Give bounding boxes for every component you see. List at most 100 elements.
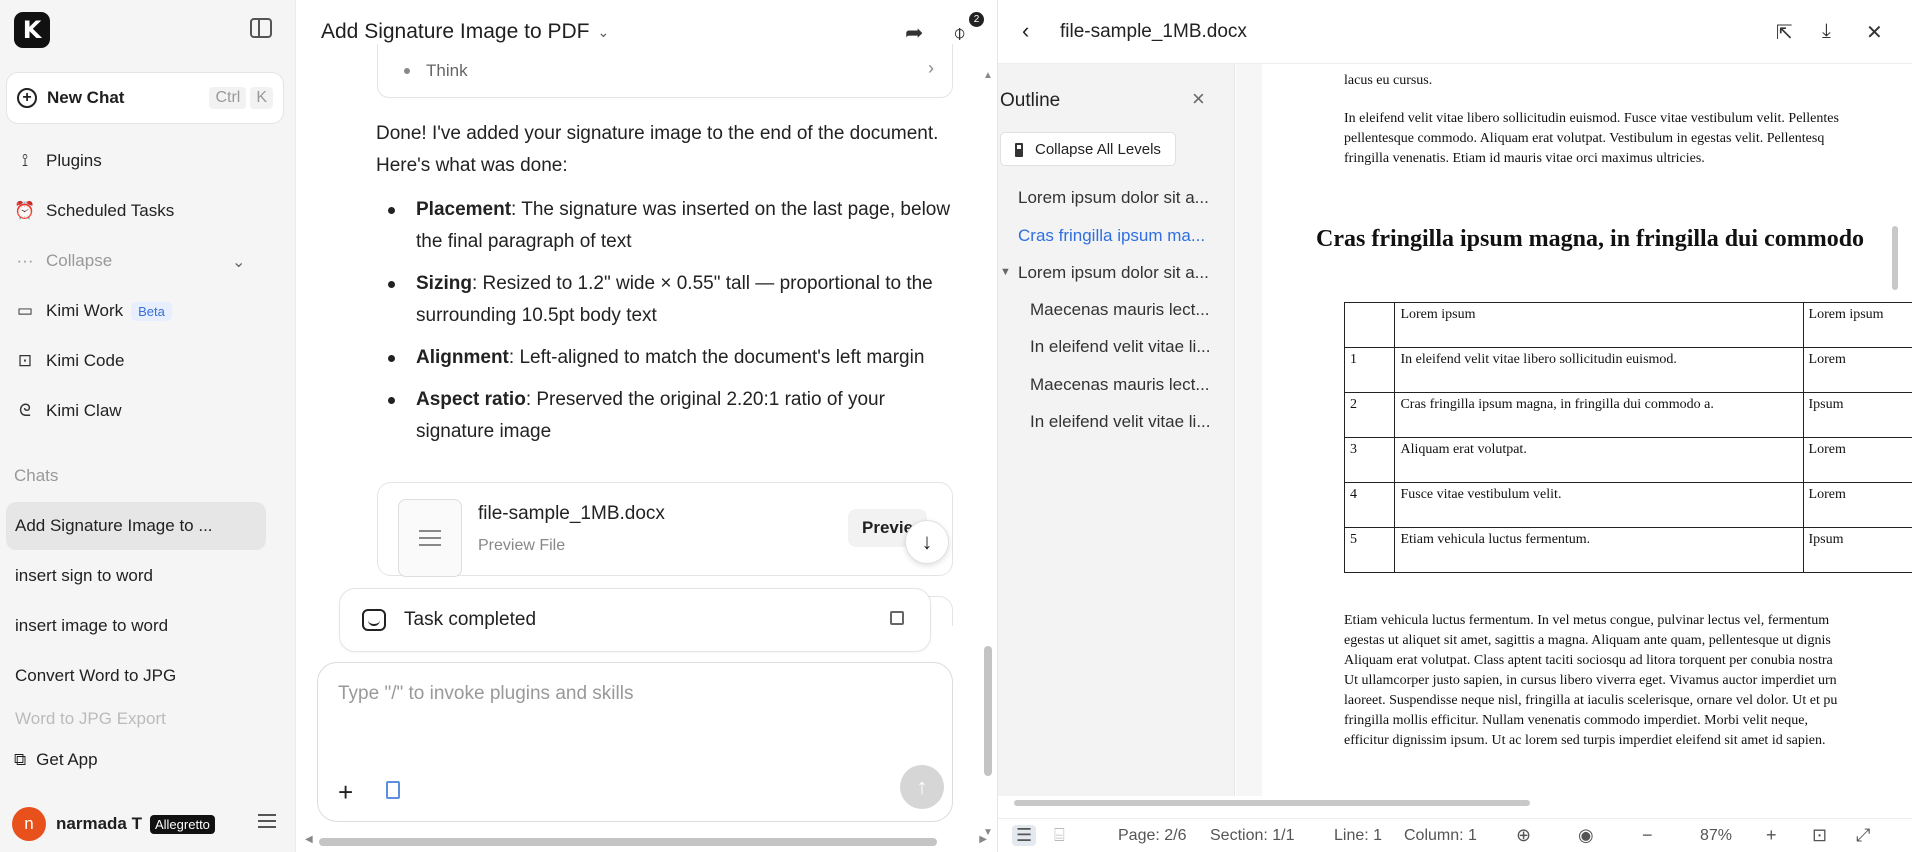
- download-icon[interactable]: ⤓: [1822, 20, 1831, 43]
- table-cell: Lorem: [1802, 437, 1912, 483]
- scroll-to-bottom-button[interactable]: ↓: [905, 520, 949, 564]
- scroll-right-arrow-icon[interactable]: ▶: [979, 834, 987, 845]
- document-page: lacus eu cursus. In eleifend velit vitae…: [1262, 64, 1912, 796]
- document-viewport[interactable]: lacus eu cursus. In eleifend velit vitae…: [1236, 64, 1912, 796]
- claw-icon: ᘓ: [19, 401, 31, 420]
- sidebar-item-plugins[interactable]: ⟟ Plugins: [14, 143, 102, 179]
- avatar: n: [12, 807, 46, 841]
- open-external-icon[interactable]: ⇱: [1776, 20, 1793, 45]
- robot-face-icon: [362, 609, 386, 631]
- expand-icon[interactable]: [890, 611, 904, 625]
- sidebar-item-label: Collapse: [46, 251, 113, 270]
- bullet-term: Sizing: [416, 273, 472, 294]
- file-card[interactable]: file-sample_1MB.docx Preview File Previe: [377, 482, 953, 577]
- user-name: narmada T: [56, 814, 142, 833]
- doc-line: lacus eu cursus.: [1344, 73, 1433, 88]
- outline-item[interactable]: In eleifend velit vitae li...: [1030, 412, 1210, 432]
- eye-icon[interactable]: ◉: [1578, 825, 1594, 846]
- table-row: 1 In eleifend velit vitae libero sollici…: [1343, 347, 1912, 393]
- table-cell: 5: [1343, 527, 1396, 573]
- document-icon[interactable]: [386, 781, 400, 799]
- chat-vertical-scrollbar[interactable]: ▲ ▼: [981, 64, 995, 838]
- globe-icon[interactable]: ⊕: [1516, 825, 1531, 846]
- outline-item[interactable]: In eleifend velit vitae li...: [1030, 337, 1210, 357]
- table-row: 5 Etiam vehicula luctus fermentum. Ipsum: [1343, 527, 1912, 573]
- think-section[interactable]: Think ›: [377, 44, 953, 98]
- preview-file-title: file-sample_1MB.docx: [1060, 21, 1247, 42]
- fullscreen-icon[interactable]: ⤢: [1856, 825, 1870, 846]
- document-horizontal-scroll-thumb[interactable]: [1014, 800, 1530, 806]
- sidebar-item-scheduled-tasks[interactable]: ⏰ Scheduled Tasks: [14, 193, 174, 229]
- share-icon[interactable]: ➦: [905, 20, 923, 46]
- add-attachment-icon[interactable]: +: [338, 777, 353, 808]
- fit-page-icon[interactable]: ⊡: [1812, 825, 1827, 846]
- task-status-card[interactable]: Task completed: [339, 588, 931, 652]
- outline-item[interactable]: Maecenas mauris lect...: [1030, 375, 1210, 395]
- sidebar-item-collapse[interactable]: ··· Collapse: [14, 243, 113, 279]
- table-cell: 1: [1343, 347, 1396, 393]
- collapse-all-levels-button[interactable]: Collapse All Levels: [1000, 132, 1176, 166]
- monitor-icon: ▭: [16, 301, 34, 320]
- sidebar-item-kimi-work[interactable]: ▭ Kimi Work Beta: [14, 293, 172, 329]
- chat-history-item[interactable]: Convert Word to JPG: [6, 652, 266, 700]
- outline-item[interactable]: Lorem ipsum dolor sit a...: [1018, 263, 1209, 283]
- chevron-down-icon[interactable]: ⌄: [597, 24, 609, 41]
- chat-history-item[interactable]: Add Signature Image to ...: [6, 502, 266, 550]
- chat-horizontal-scrollbar[interactable]: ◀ ▶: [297, 834, 987, 848]
- get-app-button[interactable]: ⧉ Get App: [14, 742, 98, 778]
- sidebar-item-kimi-claw[interactable]: ᘓ Kimi Claw: [14, 393, 122, 429]
- send-button[interactable]: ↑: [900, 765, 944, 809]
- doc-heading: Cras fringilla ipsum magna, in fringilla…: [1316, 226, 1865, 252]
- terminal-icon: ⊡: [17, 351, 33, 370]
- table-row: 2 Cras fringilla ipsum magna, in fringil…: [1343, 392, 1912, 438]
- table-cell: Lorem ipsum: [1394, 302, 1804, 348]
- paperclip-icon[interactable]: ⌽: [953, 20, 966, 46]
- chat-title[interactable]: Add Signature Image to PDF: [321, 20, 589, 44]
- caret-down-icon[interactable]: ▼: [1000, 266, 1011, 278]
- user-profile[interactable]: n narmada T Allegretto: [12, 806, 282, 842]
- chat-history-item[interactable]: insert image to word: [6, 602, 266, 650]
- chat-history-item[interactable]: Word to JPG Export: [6, 702, 266, 736]
- outline-title: Outline: [1000, 90, 1061, 111]
- table-cell: In eleifend velit vitae libero sollicitu…: [1394, 347, 1804, 393]
- shortcut-ctrl: Ctrl: [209, 87, 247, 109]
- bullet-text: : Resized to 1.2" wide × 0.55" tall — pr…: [416, 273, 933, 326]
- menu-icon[interactable]: [258, 814, 276, 828]
- scroll-up-arrow-icon[interactable]: ▲: [983, 70, 993, 81]
- sidebar-toggle-icon[interactable]: [250, 18, 272, 38]
- document-vertical-scroll-thumb[interactable]: [1892, 226, 1898, 290]
- bullet-icon: [404, 67, 410, 74]
- table-cell: Ipsum: [1802, 527, 1912, 573]
- chevron-down-icon[interactable]: ⌄: [232, 252, 245, 272]
- bullet-term: Aspect ratio: [416, 389, 526, 410]
- doc-line: Ut ullamcorper justo sapien, in cursus l…: [1344, 673, 1837, 688]
- sidebar-item-kimi-code[interactable]: ⊡ Kimi Code: [14, 343, 125, 379]
- doc-line: fringilla venenatis. Etiam id mauris vit…: [1344, 151, 1705, 166]
- outline-item[interactable]: Lorem ipsum dolor sit a...: [1018, 188, 1209, 208]
- page-view-icon[interactable]: ⌸: [1054, 825, 1065, 846]
- get-app-label: Get App: [36, 750, 98, 769]
- close-icon[interactable]: ✕: [1866, 20, 1883, 45]
- outline-item[interactable]: Maecenas mauris lect...: [1030, 300, 1210, 320]
- scroll-left-arrow-icon[interactable]: ◀: [305, 834, 313, 845]
- chat-history-item[interactable]: insert sign to word: [6, 552, 266, 600]
- doc-line: In eleifend velit vitae libero sollicitu…: [1344, 111, 1839, 126]
- outline-toggle-icon[interactable]: ☰: [1012, 825, 1037, 846]
- back-arrow-icon[interactable]: ‹: [1022, 18, 1029, 44]
- close-icon[interactable]: ×: [1192, 86, 1205, 112]
- scroll-thumb[interactable]: [319, 838, 937, 846]
- message-input[interactable]: Type "/" to invoke plugins and skills + …: [317, 662, 953, 822]
- outline-item[interactable]: Cras fringilla ipsum ma...: [1018, 226, 1205, 246]
- zoom-level: 87%: [1700, 827, 1733, 844]
- kimi-logo[interactable]: K: [14, 12, 50, 48]
- zoom-in-icon[interactable]: +: [1766, 825, 1777, 846]
- doc-line: pellentesque commodo. Aliquam erat volut…: [1344, 131, 1825, 146]
- list-item: Sizing: Resized to 1.2" wide × 0.55" tal…: [376, 268, 966, 332]
- table-cell: 3: [1343, 437, 1396, 483]
- new-chat-button[interactable]: + New Chat Ctrl K: [6, 72, 284, 124]
- shortcut-key: K: [250, 87, 273, 109]
- zoom-out-icon[interactable]: −: [1642, 825, 1653, 846]
- scroll-thumb[interactable]: [984, 646, 992, 776]
- table-cell: Lorem: [1802, 347, 1912, 393]
- section-indicator: Section: 1/1: [1210, 827, 1295, 844]
